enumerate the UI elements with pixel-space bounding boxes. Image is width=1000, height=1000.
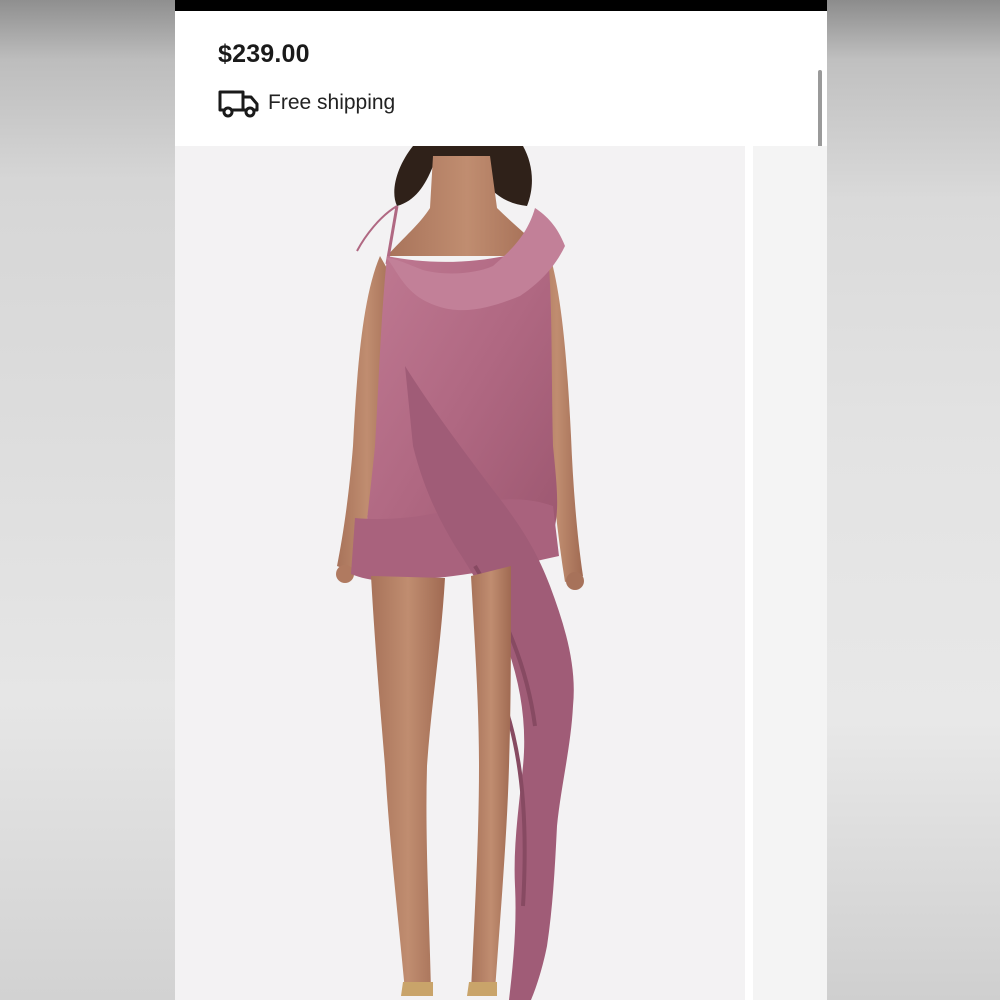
product-photo — [336, 146, 584, 1000]
left-leg — [371, 576, 445, 991]
sandals — [401, 982, 497, 996]
product-screen: $239.00 Free shipping — [175, 0, 827, 1000]
status-bar — [175, 0, 827, 11]
right-leg — [471, 566, 511, 991]
truck-icon — [218, 90, 259, 118]
blurred-backdrop-right — [827, 0, 1000, 1000]
product-image[interactable] — [175, 146, 745, 1000]
next-image-peek[interactable] — [753, 146, 827, 1000]
blurred-backdrop-left — [0, 0, 175, 1000]
product-price: $239.00 — [218, 40, 310, 68]
shipping-label: Free shipping — [268, 91, 396, 114]
shipping-info: Free shipping — [217, 86, 395, 120]
